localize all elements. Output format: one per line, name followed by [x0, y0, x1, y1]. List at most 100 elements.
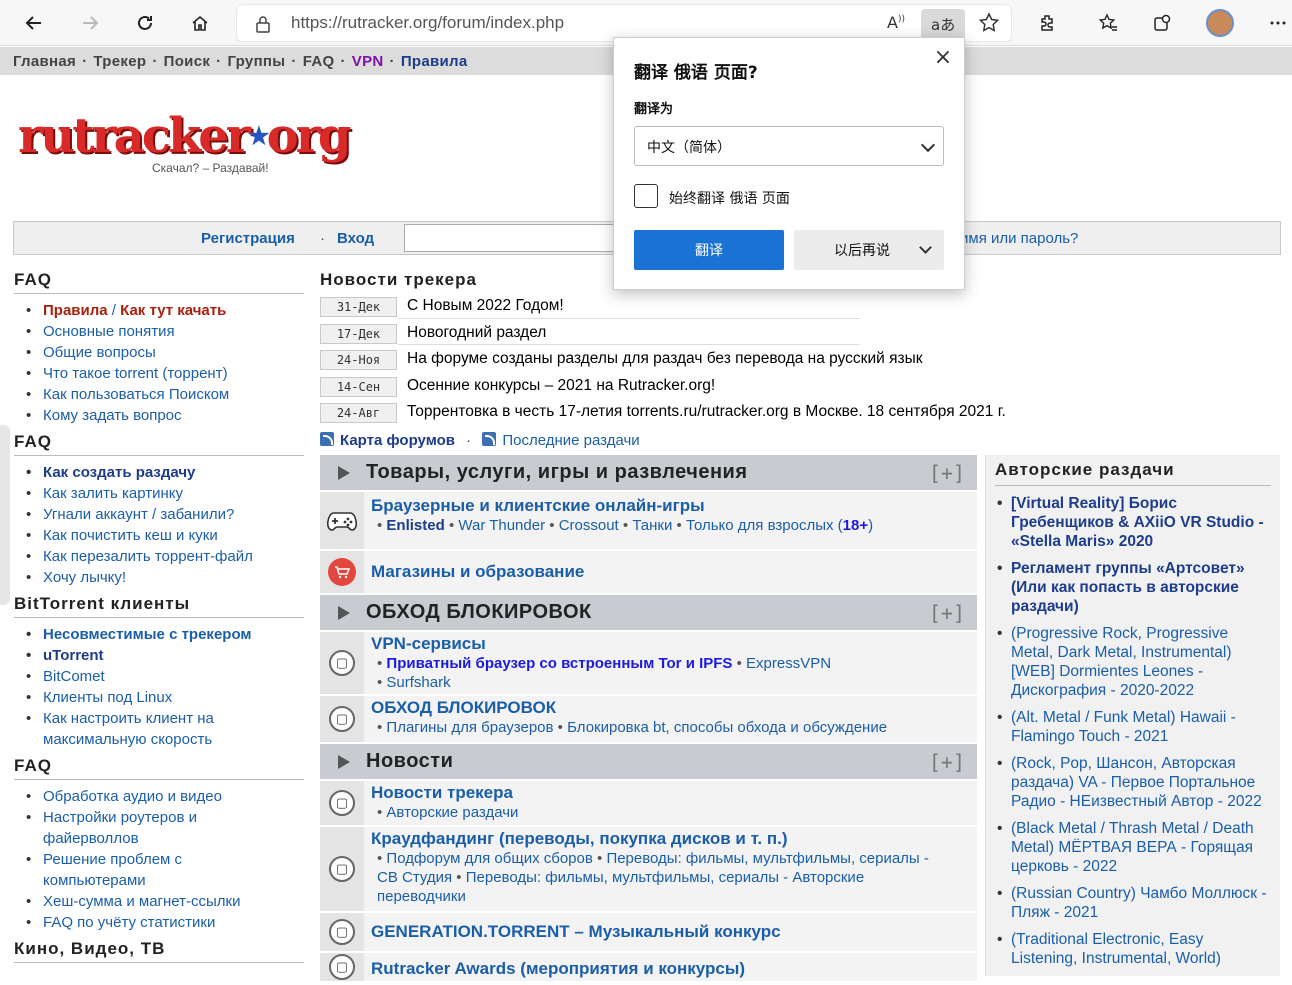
username-input[interactable] [404, 224, 618, 252]
sidebar-toggle-handle[interactable] [0, 425, 10, 605]
subforum-link[interactable]: Плагины для браузеров [386, 719, 553, 736]
news-link[interactable]: Торрентовка в честь 17-летия torrents.ru… [407, 403, 1006, 421]
sidebar-item[interactable]: Угнали аккаунт / забанили? [14, 504, 304, 525]
forward-icon[interactable] [74, 7, 106, 39]
sidebar-item[interactable]: Общие вопросы [14, 342, 304, 363]
sidebar-item[interactable]: Несовместимые с трекером [14, 624, 304, 645]
subforum-link[interactable]: Подфорум для общих сборов [386, 850, 592, 867]
rss-icon[interactable] [482, 432, 497, 446]
nav-vpn[interactable]: VPN [352, 53, 384, 70]
forum-title[interactable]: Rutracker Awards (мероприятия и конкурсы… [371, 959, 977, 979]
forum-title[interactable]: Магазины и образование [371, 562, 977, 582]
sidebar-item[interactable]: Обработка аудио и видео [14, 786, 304, 807]
home-icon[interactable] [184, 7, 216, 39]
sidebar-item[interactable]: Основные понятия [14, 321, 304, 342]
lock-icon[interactable] [255, 15, 271, 37]
release-link[interactable]: [Virtual Reality] Борис Гребенщиков & AX… [995, 494, 1271, 551]
sidebar-item[interactable]: Настройки роутеров и файерволлов [14, 807, 304, 849]
rules-link[interactable]: Правила [43, 302, 108, 319]
collections-icon[interactable] [1146, 7, 1178, 39]
favorites-icon[interactable] [1092, 7, 1124, 39]
rss-icon[interactable] [320, 432, 334, 446]
sidebar-item[interactable]: Клиенты под Linux [14, 687, 304, 708]
sidebar-item[interactable]: uTorrent [14, 645, 304, 666]
release-link[interactable]: (Progressive Rock, Progressive Metal, Da… [995, 624, 1271, 700]
more-menu-icon[interactable] [1262, 7, 1292, 39]
forum-title[interactable]: Браузерные и клиентские онлайн-игры [371, 496, 977, 516]
extensions-icon[interactable] [1032, 7, 1064, 39]
expand-toggle[interactable]: [+] [929, 601, 965, 625]
collapse-arrow-icon[interactable] [338, 466, 350, 480]
category-title[interactable]: Новости [366, 750, 453, 773]
url-text[interactable]: https://rutracker.org/forum/index.php [291, 13, 564, 33]
chevron-down-icon[interactable] [919, 241, 932, 254]
release-link[interactable]: (Alt. Metal / Funk Metal) Hawaii - Flami… [995, 708, 1271, 746]
back-icon[interactable] [18, 7, 50, 39]
how-to-download-link[interactable]: Как тут качать [120, 302, 226, 319]
subforum-link[interactable]: War Thunder [458, 517, 545, 534]
release-link[interactable]: (Black Metal / Thrash Metal / Death Meta… [995, 819, 1271, 876]
sidebar-item[interactable]: Кому задать вопрос [14, 405, 304, 426]
forum-title[interactable]: Новости трекера [371, 783, 977, 803]
nav-tracker[interactable]: Трекер [93, 53, 146, 70]
subforum-link[interactable]: Приватный браузер со встроенным Tor и IP… [386, 655, 732, 672]
latest-releases-link[interactable]: Последние раздачи [502, 432, 639, 449]
adult-badge[interactable]: 18+ [843, 517, 868, 534]
translate-button[interactable]: 翻译 [634, 230, 784, 270]
collapse-arrow-icon[interactable] [338, 606, 350, 620]
nav-home[interactable]: Главная [13, 53, 76, 70]
news-link[interactable]: Осенние конкурсы – 2021 на Rutracker.org… [407, 377, 715, 395]
subforum-link[interactable]: Танки [632, 517, 672, 534]
forum-map-link[interactable]: Карта форумов [340, 432, 455, 449]
release-link[interactable]: (Russian Country) Чамбо Моллюск - Пляж -… [995, 884, 1271, 922]
subforum-link[interactable]: Enlisted [386, 517, 444, 534]
always-translate-label[interactable]: 始终翻译 俄语 页面 [669, 188, 790, 208]
subforum-link[interactable]: Только для взрослых ( [686, 517, 843, 534]
add-favorite-icon[interactable] [977, 11, 1001, 39]
release-link[interactable]: (Rock, Pop, Шансон, Авторская раздача) V… [995, 754, 1271, 811]
close-icon[interactable]: × [932, 47, 954, 70]
nav-rules[interactable]: Правила [401, 53, 468, 70]
expand-toggle[interactable]: [+] [929, 750, 965, 774]
collapse-arrow-icon[interactable] [338, 755, 350, 769]
read-aloud-icon[interactable]: A)) [887, 13, 905, 32]
nav-search[interactable]: Поиск [164, 53, 211, 70]
site-logo[interactable]: rutracker★org Скачал? – Раздавай! [18, 108, 351, 188]
language-select[interactable]: 中文（简体） [634, 126, 944, 166]
sidebar-item[interactable]: Как почистить кеш и куки [14, 525, 304, 546]
release-link[interactable]: Регламент группы «Артсовет» (Или как поп… [995, 559, 1271, 616]
subforum-link[interactable]: Surfshark [386, 674, 450, 691]
sidebar-item[interactable]: Хеш-сумма и магнет-ссылки [14, 891, 304, 912]
sidebar-item[interactable]: BitComet [14, 666, 304, 687]
nav-groups[interactable]: Группы [227, 53, 285, 70]
category-header[interactable]: Новости [+] [320, 744, 977, 781]
forum-title[interactable]: ОБХОД БЛОКИРОВОК [371, 698, 977, 718]
release-link[interactable]: (Traditional Electronic, Easy Listening,… [995, 930, 1271, 968]
news-link[interactable]: С Новым 2022 Годом! [407, 297, 564, 315]
profile-avatar[interactable] [1204, 7, 1236, 39]
category-header[interactable]: ОБХОД БЛОКИРОВОК [+] [320, 595, 977, 632]
subforum-link[interactable]: Crossout [559, 517, 619, 534]
sidebar-item[interactable]: FAQ по учёту статистики [14, 912, 304, 933]
sidebar-item[interactable]: Как перезалить торрент-файл [14, 546, 304, 567]
sidebar-item[interactable]: Решение проблем с компьютерами [14, 849, 304, 891]
sidebar-item[interactable]: Правила / Как тут качать [14, 300, 304, 321]
sidebar-item[interactable]: Как создать раздачу [14, 462, 304, 483]
sidebar-item[interactable]: Как залить картинку [14, 483, 304, 504]
always-translate-checkbox[interactable] [634, 184, 658, 208]
category-header[interactable]: Товары, услуги, игры и развлечения [+] [320, 455, 977, 492]
login-link[interactable]: Вход [337, 230, 374, 247]
not-now-button[interactable]: 以后再说 [794, 230, 944, 270]
sidebar-item[interactable]: Что такое torrent (торрент) [14, 363, 304, 384]
refresh-icon[interactable] [129, 7, 161, 39]
sidebar-item[interactable]: Хочу лычку! [14, 567, 304, 588]
forgot-password-link[interactable]: имя или пароль? [960, 230, 1078, 247]
forum-title[interactable]: GENERATION.TORRENT – Музыкальный конкурс [371, 922, 977, 942]
forum-title[interactable]: Краудфандинг (переводы, покупка дисков и… [371, 829, 937, 849]
expand-toggle[interactable]: [+] [929, 461, 965, 485]
sidebar-item[interactable]: Как настроить клиент на максимальную ско… [14, 708, 304, 750]
news-link[interactable]: На форуме созданы разделы для раздач без… [407, 350, 923, 368]
register-link[interactable]: Регистрация [201, 230, 295, 247]
forum-title[interactable]: VPN-сервисы [371, 634, 977, 654]
nav-faq[interactable]: FAQ [303, 53, 335, 70]
